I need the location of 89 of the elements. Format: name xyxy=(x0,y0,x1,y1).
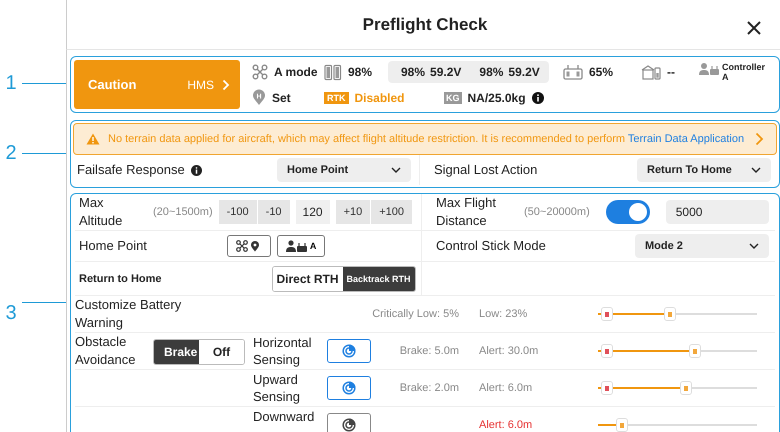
low-battery-value: Low: 23% xyxy=(478,308,528,320)
critical-battery-value: Critically Low: 5% xyxy=(371,308,460,320)
callout-number: 3 xyxy=(4,302,18,325)
terrain-warning-banner[interactable]: No terrain data applied for aircraft, which may affect flight altitude restriction. It is recommended to perform Terrain Data Application xyxy=(73,123,777,155)
station-battery-icon xyxy=(641,64,661,80)
brake-distance: Brake: 5.0m xyxy=(398,345,460,357)
dialog-title: Preflight Check xyxy=(362,14,488,34)
chevron-right-icon xyxy=(222,78,230,90)
rtk-badge: RTK xyxy=(324,92,348,104)
battery-warning-label: Customize Battery Warning xyxy=(75,296,182,332)
chevron-down-icon xyxy=(749,243,759,249)
altitude-input[interactable]: 120 xyxy=(296,200,330,224)
drone-icon xyxy=(252,64,268,80)
radar-icon xyxy=(342,418,356,432)
battery-percent: 98% xyxy=(479,64,504,78)
pilot-controller-icon xyxy=(286,240,308,252)
slider-thumb[interactable] xyxy=(600,381,613,395)
alert-distance: Alert: 30.0m xyxy=(478,345,540,357)
signal-lost-dropdown[interactable]: Return To Home xyxy=(637,158,771,182)
home-point-status: Set xyxy=(272,90,291,104)
slider-thumb[interactable] xyxy=(680,381,692,395)
controller-home-point-button[interactable]: A xyxy=(276,235,326,257)
slider-thumb[interactable] xyxy=(600,344,613,358)
controller-label: Controller A xyxy=(722,62,766,82)
home-point-label: Home Point xyxy=(79,237,147,255)
stick-mode-dropdown[interactable]: Mode 2 xyxy=(635,234,769,258)
station-battery-value: -- xyxy=(667,64,675,78)
drone-pin-icon xyxy=(236,240,262,252)
callout-number: 2 xyxy=(4,142,18,164)
sensing-toggle-button[interactable] xyxy=(327,376,371,400)
leader-line xyxy=(22,82,66,84)
decrease-button[interactable]: -10 xyxy=(258,200,290,224)
sensing-toggle-button[interactable] xyxy=(327,339,371,363)
radar-icon xyxy=(342,381,356,395)
increase-button[interactable]: +10 xyxy=(336,200,372,224)
caution-label: Caution xyxy=(88,77,138,92)
sensing-label: Downward xyxy=(253,408,316,425)
pilot-controller-icon xyxy=(699,62,719,76)
battery-percent: 98% xyxy=(401,64,426,78)
sensing-label: Upward Sensing xyxy=(253,371,301,405)
distance-range: (50~20000m) xyxy=(524,206,590,218)
rtk-status: Disabled xyxy=(354,90,405,104)
chevron-down-icon xyxy=(751,167,761,173)
battery-percent: 98% xyxy=(348,64,372,78)
close-icon[interactable] xyxy=(746,20,762,36)
stick-mode-label: Control Stick Mode xyxy=(436,237,546,255)
battery-voltage: 59.2V xyxy=(508,64,540,78)
alert-distance: Alert: 6.0m xyxy=(478,382,534,394)
radar-icon xyxy=(342,344,356,358)
remote-battery-icon xyxy=(563,64,583,80)
flight-mode: A mode xyxy=(274,64,318,78)
slider-thumb[interactable] xyxy=(689,344,702,358)
warning-icon xyxy=(86,133,100,145)
callout-number: 1 xyxy=(4,72,18,94)
chevron-right-icon xyxy=(755,132,764,146)
leader-line xyxy=(22,152,66,154)
altitude-range: (20~1500m) xyxy=(153,206,213,218)
terrain-data-link[interactable]: Terrain Data Application xyxy=(628,132,744,144)
slider-thumb[interactable] xyxy=(616,418,628,432)
payload-weight: NA/25.0kg xyxy=(468,90,526,104)
failsafe-dropdown[interactable]: Home Point xyxy=(277,158,411,182)
distance-limit-toggle[interactable] xyxy=(606,200,650,224)
terrain-warning-text: No terrain data applied for aircraft, which may affect flight altitude restriction. It is recommended to perform Terrain Data Application xyxy=(108,132,746,146)
failsafe-label: Failsafe Response xyxy=(77,161,185,179)
avoidance-option[interactable]: Brake xyxy=(154,340,199,364)
increase-button[interactable]: +100 xyxy=(371,200,412,224)
rth-option[interactable]: Backtrack RTH xyxy=(342,266,415,290)
remote-battery-percent: 65% xyxy=(589,64,614,78)
chevron-down-icon xyxy=(391,167,401,173)
sensing-toggle-button[interactable] xyxy=(327,413,371,432)
info-icon[interactable] xyxy=(190,164,202,176)
signal-lost-label: Signal Lost Action xyxy=(434,161,538,179)
slider-thumb[interactable] xyxy=(664,307,676,321)
aircraft-home-point-button[interactable] xyxy=(226,235,271,257)
brake-distance: Brake: 2.0m xyxy=(398,382,460,394)
obstacle-avoidance-label: Obstacle Avoidance xyxy=(75,333,136,369)
distance-input[interactable]: 5000 xyxy=(666,200,769,224)
battery-voltage: 59.2V xyxy=(430,64,462,78)
alert-distance: Alert: 6.0m xyxy=(478,419,534,431)
leader-line xyxy=(22,302,66,303)
slider-thumb[interactable] xyxy=(600,307,613,321)
battery-icon xyxy=(324,62,342,80)
sensing-label: Horizontal Sensing xyxy=(253,334,313,368)
max-distance-label: Max Flight Distance xyxy=(436,194,497,230)
rth-label: Return to Home xyxy=(79,272,162,286)
max-altitude-label: Max Altitude xyxy=(79,194,124,230)
decrease-button[interactable]: -100 xyxy=(218,200,258,224)
weight-badge: KG xyxy=(444,92,462,104)
info-icon[interactable] xyxy=(532,92,544,104)
